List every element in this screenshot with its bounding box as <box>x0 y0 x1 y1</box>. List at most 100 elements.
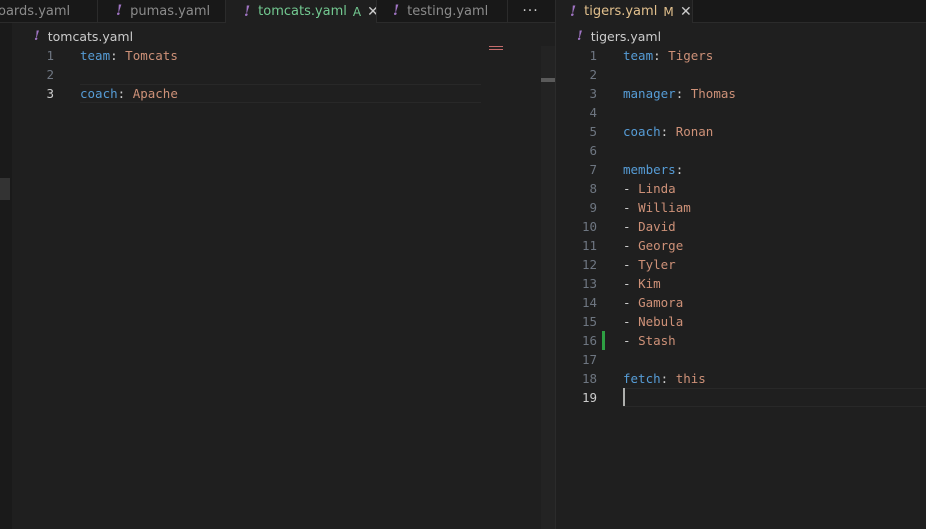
code-editor-left[interactable]: 1 team: Tomcats 2 3 coach: Apache <box>0 46 555 529</box>
line-number: 4 <box>589 105 597 120</box>
editor-group-right: ! tigers.yaml M ✕ ! tigers.yaml 1 team: T… <box>556 0 926 529</box>
git-added-gutter-marker[interactable] <box>602 331 605 350</box>
yaml-value: Ronan <box>675 124 714 139</box>
line-number: 9 <box>589 200 597 215</box>
code-text: manager: Thomas <box>623 84 736 103</box>
yaml-punctuation: - <box>623 238 639 253</box>
yaml-value: Stash <box>638 333 676 348</box>
yaml-punctuation: - <box>623 333 639 348</box>
yaml-key: team <box>623 48 654 63</box>
code-line[interactable]: 3 coach: Apache <box>0 84 555 103</box>
tab-tomcats-yaml[interactable]: ! tomcats.yaml A ✕ <box>226 0 377 23</box>
yaml-value: Gamora <box>638 295 684 310</box>
yaml-punctuation: : <box>110 48 126 63</box>
code-editor-right[interactable]: 1 team: Tigers 2 3 manager: Thomas 4 5 coach: R… <box>556 46 926 529</box>
code-text: - Linda <box>623 179 676 198</box>
line-number: 1 <box>589 48 597 63</box>
yaml-exclamation-icon: ! <box>34 28 40 44</box>
line-number: 5 <box>589 124 597 139</box>
yaml-value: George <box>638 238 684 253</box>
yaml-key: manager <box>623 86 676 101</box>
yaml-punctuation: - <box>623 181 639 196</box>
code-text: coach: Apache <box>80 84 178 103</box>
code-line[interactable]: 11 - George <box>556 236 926 255</box>
code-text: - David <box>623 217 676 236</box>
code-text: fetch: this <box>623 369 706 388</box>
code-line[interactable]: 3 manager: Thomas <box>556 84 926 103</box>
yaml-exclamation-icon: ! <box>393 3 400 19</box>
more-actions-button[interactable]: ··· <box>508 0 553 22</box>
yaml-punctuation: : <box>653 48 669 63</box>
code-line[interactable]: 18 fetch: this <box>556 369 926 388</box>
yaml-value: Thomas <box>690 86 736 101</box>
yaml-value: Apache <box>132 86 178 101</box>
code-line[interactable]: 9 - William <box>556 198 926 217</box>
code-line[interactable]: 14 - Gamora <box>556 293 926 312</box>
yaml-exclamation-icon: ! <box>244 3 251 20</box>
yaml-value: Linda <box>638 181 676 196</box>
tab-label: testing.yaml <box>407 3 489 19</box>
code-line[interactable]: 19 <box>556 388 926 407</box>
code-line[interactable]: 2 <box>556 65 926 84</box>
tab-pumas-yaml[interactable]: ! pumas.yaml <box>98 0 226 22</box>
code-line[interactable]: 15 - Nebula <box>556 312 926 331</box>
line-number: 3 <box>46 86 54 101</box>
close-icon[interactable]: ✕ <box>680 4 692 20</box>
code-line[interactable]: 10 - David <box>556 217 926 236</box>
code-line[interactable]: 2 <box>0 65 555 84</box>
yaml-value: Kim <box>638 276 661 291</box>
yaml-punctuation: - <box>623 200 639 215</box>
code-text: - Nebula <box>623 312 683 331</box>
yaml-punctuation: : <box>675 162 684 177</box>
breadcrumb-file[interactable]: tigers.yaml <box>591 29 661 44</box>
yaml-exclamation-icon: ! <box>577 28 583 44</box>
tab-oards-yaml[interactable]: oards.yaml <box>0 0 98 22</box>
code-line[interactable]: 7 members: <box>556 160 926 179</box>
code-line[interactable]: 5 coach: Ronan <box>556 122 926 141</box>
code-text: members: <box>623 160 683 179</box>
yaml-punctuation: - <box>623 257 639 272</box>
vertical-scrollbar[interactable] <box>541 46 555 529</box>
code-line[interactable]: 4 <box>556 103 926 122</box>
close-icon[interactable]: ✕ <box>367 4 376 20</box>
yaml-value: Tigers <box>668 48 714 63</box>
code-line[interactable]: 17 <box>556 350 926 369</box>
line-number: 8 <box>589 181 597 196</box>
yaml-key: coach <box>623 124 661 139</box>
yaml-punctuation: - <box>623 276 639 291</box>
line-number: 6 <box>589 143 597 158</box>
yaml-value: William <box>638 200 691 215</box>
breadcrumb[interactable]: ! tomcats.yaml <box>34 27 133 45</box>
code-line[interactable]: 13 - Kim <box>556 274 926 293</box>
code-line[interactable]: 16 - Stash <box>556 331 926 350</box>
code-text: team: Tigers <box>623 46 713 65</box>
breadcrumb[interactable]: ! tigers.yaml <box>577 27 661 45</box>
yaml-value: David <box>638 219 676 234</box>
code-text: coach: Ronan <box>623 122 713 141</box>
line-number: 10 <box>581 219 597 234</box>
tab-bar-left: oards.yaml ! pumas.yaml ! tomcats.yaml A… <box>0 0 555 23</box>
line-number: 2 <box>46 67 54 82</box>
yaml-punctuation: : <box>660 371 676 386</box>
tab-bar-right: ! tigers.yaml M ✕ <box>556 0 926 23</box>
tab-testing-yaml[interactable]: ! testing.yaml <box>377 0 508 22</box>
yaml-exclamation-icon: ! <box>570 3 577 20</box>
tab-tigers-yaml[interactable]: ! tigers.yaml M ✕ <box>556 0 693 23</box>
code-line[interactable]: 1 team: Tigers <box>556 46 926 65</box>
code-line[interactable]: 8 - Linda <box>556 179 926 198</box>
scrollbar-thumb[interactable] <box>541 78 555 82</box>
code-text: - William <box>623 198 691 217</box>
breadcrumb-file[interactable]: tomcats.yaml <box>48 29 133 44</box>
yaml-value: this <box>675 371 706 386</box>
line-number: 13 <box>581 276 597 291</box>
code-line[interactable]: 6 <box>556 141 926 160</box>
current-line-highlight <box>623 388 926 407</box>
code-line[interactable]: 1 team: Tomcats <box>0 46 555 65</box>
code-line[interactable]: 12 - Tyler <box>556 255 926 274</box>
tab-label: oards.yaml <box>0 3 71 19</box>
line-number: 19 <box>581 390 597 405</box>
git-modified-badge: M <box>663 4 674 19</box>
line-number: 3 <box>589 86 597 101</box>
yaml-punctuation: : <box>675 86 691 101</box>
line-number: 11 <box>581 238 597 253</box>
